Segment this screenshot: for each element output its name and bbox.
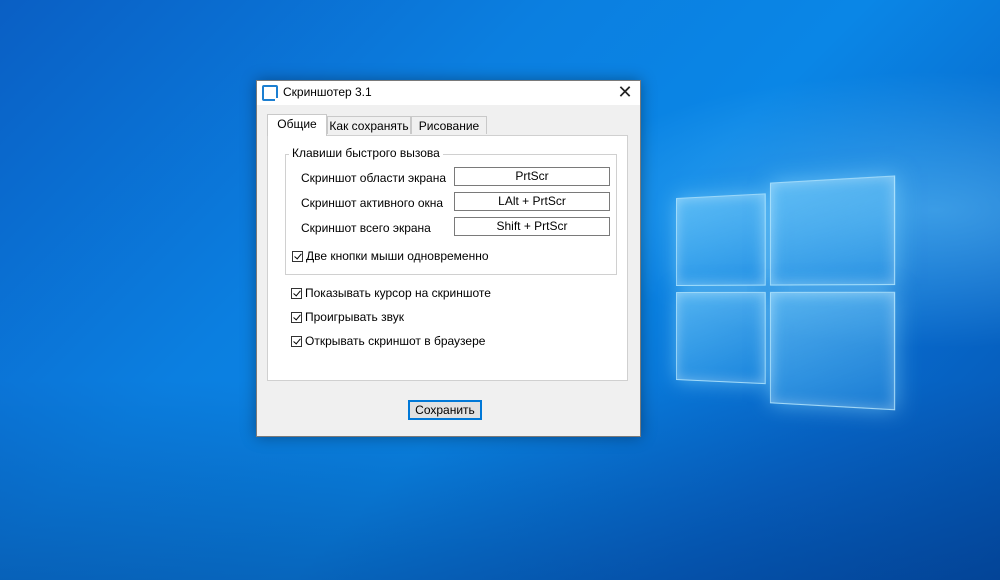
checkbox-open-in-browser[interactable]: Открывать скриншот в браузере [291, 334, 485, 348]
hotkey-field-area[interactable]: PrtScr [454, 167, 610, 186]
checkbox-label: Показывать курсор на скриншоте [305, 286, 491, 300]
hotkey-label-area: Скриншот области экрана [301, 171, 447, 185]
windows-logo-pane [676, 291, 766, 385]
checkbox-show-cursor[interactable]: Показывать курсор на скриншоте [291, 286, 491, 300]
checkbox-checked-icon[interactable] [292, 250, 303, 262]
general-tab-panel: Клавиши быстрого вызова Скриншот области… [267, 135, 628, 381]
hotkey-field-full-screen[interactable]: Shift + PrtScr [454, 217, 610, 236]
checkbox-both-mouse-buttons[interactable]: Две кнопки мыши одновременно [292, 249, 489, 263]
tab-drawing[interactable]: Рисование [411, 116, 487, 134]
save-button[interactable]: Сохранить [408, 400, 482, 420]
checkbox-label: Открывать скриншот в браузере [305, 334, 486, 348]
checkbox-label: Проигрывать звук [305, 310, 404, 324]
close-button[interactable]: ✕ [610, 81, 640, 105]
title-bar[interactable]: Скриншотер 3.1 ✕ [257, 81, 640, 105]
app-icon [262, 85, 280, 103]
windows-logo-pane [769, 175, 896, 286]
windows-logo-pane [769, 291, 896, 411]
checkbox-label: Две кнопки мыши одновременно [306, 249, 489, 263]
tab-save-options[interactable]: Как сохранять [327, 116, 411, 134]
hotkeys-group: Клавиши быстрого вызова Скриншот области… [285, 146, 617, 275]
hotkey-field-active-window[interactable]: LAlt + PrtScr [454, 192, 610, 211]
checkbox-play-sound[interactable]: Проигрывать звук [291, 310, 404, 324]
hotkey-label-full-screen: Скриншот всего экрана [301, 221, 431, 235]
tab-general[interactable]: Общие [267, 114, 327, 136]
checkbox-checked-icon[interactable] [291, 335, 302, 347]
screenshoter-window: Скриншотер 3.1 ✕ Общие Как сохранять Рис… [256, 80, 641, 437]
windows-logo-pane [676, 193, 766, 286]
windows-logo [676, 175, 896, 412]
window-title: Скриншотер 3.1 [283, 85, 372, 99]
checkbox-checked-icon[interactable] [291, 311, 302, 323]
hotkeys-group-title: Клавиши быстрого вызова [289, 146, 443, 160]
hotkey-label-active-window: Скриншот активного окна [301, 196, 444, 210]
checkbox-checked-icon[interactable] [291, 287, 302, 299]
